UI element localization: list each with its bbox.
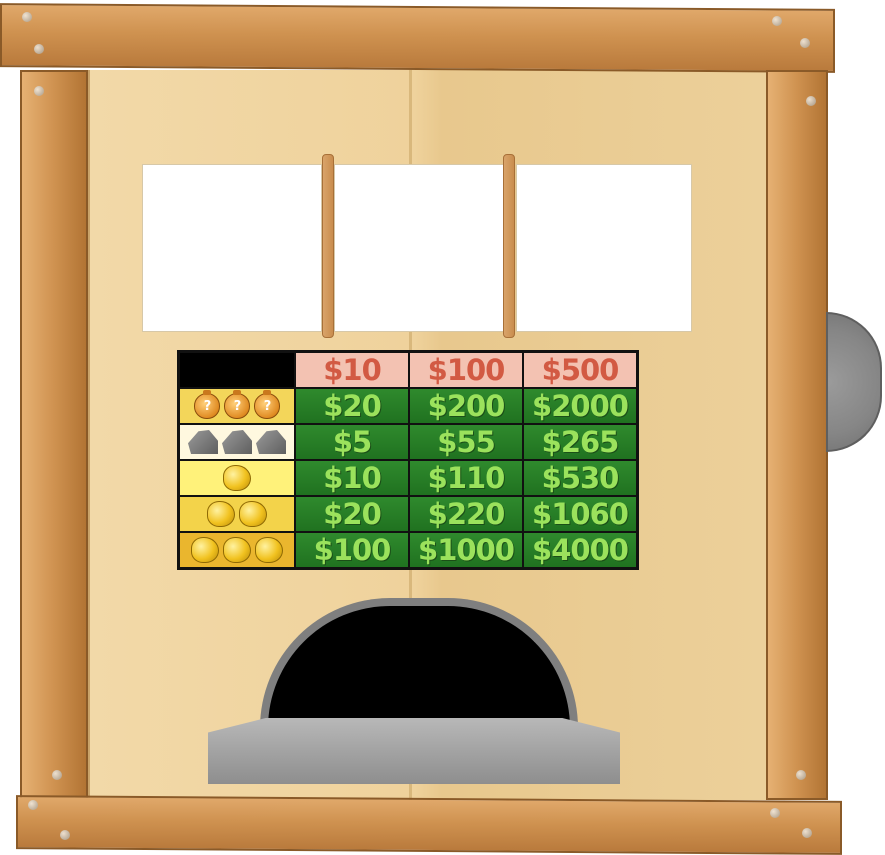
- paytable-header-row: $10 $100 $500: [177, 350, 639, 389]
- mystery-bag-icon: ?: [194, 390, 220, 419]
- gold-nugget-icon: [191, 537, 219, 563]
- mystery-bag-icon: ?: [254, 390, 280, 419]
- coin-tray[interactable]: [208, 718, 620, 784]
- payout-cell: $2000: [522, 387, 639, 425]
- payout-cell: $1060: [522, 495, 639, 533]
- paytable-row: $5 $55 $265: [177, 423, 639, 461]
- payout-cell: $100: [294, 531, 410, 570]
- paytable-corner: [177, 350, 296, 389]
- right-wooden-post: [766, 70, 828, 800]
- nail-icon: [770, 808, 780, 818]
- nail-icon: [34, 44, 44, 54]
- nail-icon: [60, 830, 70, 840]
- payout-cell: $220: [408, 495, 524, 533]
- payout-cell: $55: [408, 423, 524, 461]
- payout-cell: $530: [522, 459, 639, 497]
- gold-nugget-icon: [223, 465, 251, 491]
- payout-cell: $200: [408, 387, 524, 425]
- lever-handle[interactable]: [826, 312, 882, 452]
- gold-nugget-icon: [223, 537, 251, 563]
- symbol-cell: ? ? ?: [177, 387, 296, 425]
- payout-cell: $10: [294, 459, 410, 497]
- symbol-cell: [177, 531, 296, 570]
- payout-cell: $5: [294, 423, 410, 461]
- nail-icon: [806, 96, 816, 106]
- symbol-cell: [177, 495, 296, 533]
- gold-nugget-icon: [239, 501, 267, 527]
- reel-window-1: [142, 164, 322, 332]
- symbol-cell: [177, 423, 296, 461]
- rock-icon: [188, 430, 218, 454]
- bet-header: $500: [522, 350, 639, 389]
- gold-nugget-icon: [207, 501, 235, 527]
- symbol-cell: [177, 459, 296, 497]
- nail-icon: [772, 16, 782, 26]
- bet-header: $100: [408, 350, 524, 389]
- payout-cell: $265: [522, 423, 639, 461]
- bottom-wooden-beam: [16, 795, 842, 855]
- reel-window-2: [334, 164, 504, 332]
- nail-icon: [52, 770, 62, 780]
- nail-icon: [22, 12, 32, 22]
- nail-icon: [796, 770, 806, 780]
- rock-icon: [222, 430, 252, 454]
- paytable: $10 $100 $500 ? ? ? $20 $200 $2000 $5 $5…: [177, 350, 639, 570]
- payout-cell: $110: [408, 459, 524, 497]
- payout-cell: $1000: [408, 531, 524, 570]
- payout-cell: $4000: [522, 531, 639, 570]
- payout-cell: $20: [294, 387, 410, 425]
- paytable-row: $20 $220 $1060: [177, 495, 639, 533]
- nail-icon: [802, 828, 812, 838]
- gold-nugget-icon: [255, 537, 283, 563]
- nail-icon: [800, 38, 810, 48]
- paytable-row: ? ? ? $20 $200 $2000: [177, 387, 639, 425]
- rock-icon: [256, 430, 286, 454]
- reel-window-3: [516, 164, 692, 332]
- nail-icon: [28, 800, 38, 810]
- payout-cell: $20: [294, 495, 410, 533]
- top-wooden-beam: [0, 3, 835, 73]
- mystery-bag-icon: ?: [224, 390, 250, 419]
- paytable-row: $10 $110 $530: [177, 459, 639, 497]
- reel-divider: [503, 154, 515, 338]
- reel-divider: [322, 154, 334, 338]
- nail-icon: [34, 86, 44, 96]
- left-wooden-post: [20, 70, 88, 800]
- bet-header: $10: [294, 350, 410, 389]
- paytable-row: $100 $1000 $4000: [177, 531, 639, 570]
